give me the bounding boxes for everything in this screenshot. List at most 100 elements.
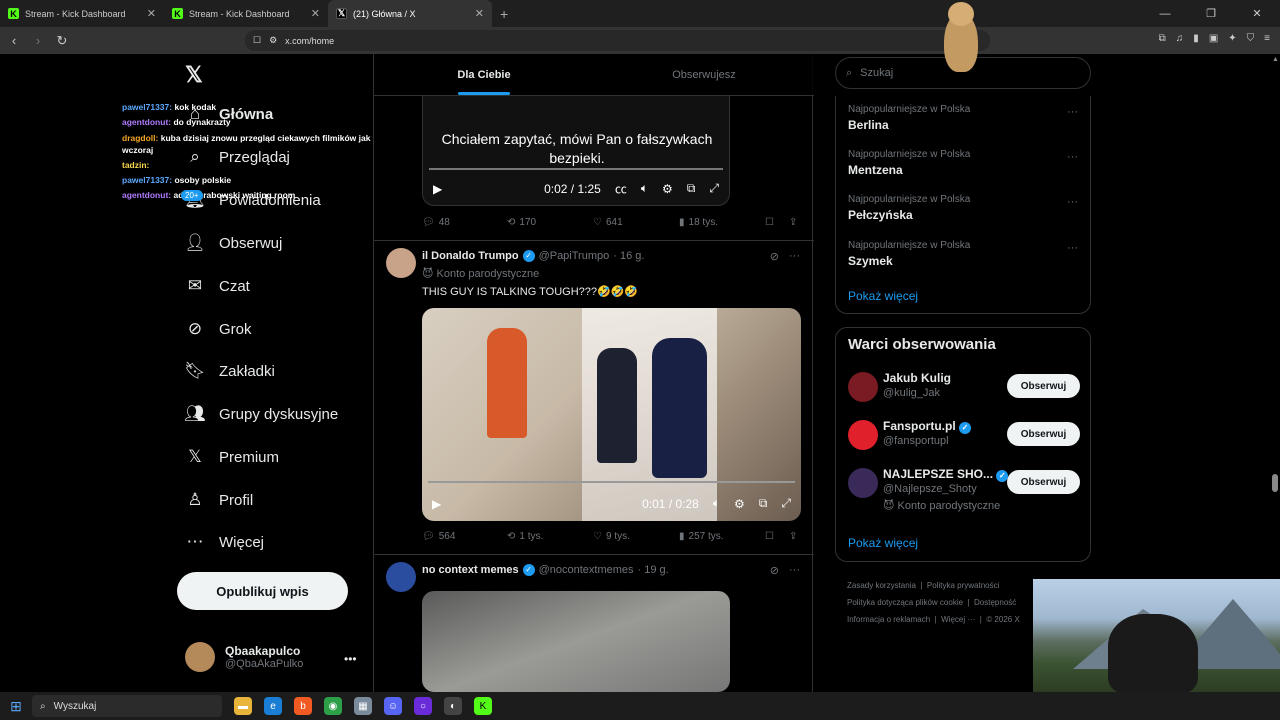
nav-grok[interactable]: ⊘ Grok (185, 319, 252, 339)
extensions-icon[interactable]: ⧉ (1159, 33, 1166, 44)
play-icon[interactable]: ▶ (433, 182, 442, 196)
footer-link[interactable]: Informacja o reklamach (847, 615, 930, 624)
suggested-account[interactable]: Jakub Kulig @kulig_Jak Obserwuj (848, 368, 1080, 408)
like-button[interactable]: ♡ 9 tys. (593, 531, 679, 542)
suggested-account[interactable]: NAJLEPSZE SHO... ✓ @Najlepsze_Shoty 😈︎ K… (848, 464, 1080, 519)
follow-button[interactable]: Obserwuj (1007, 470, 1080, 494)
trend-item[interactable]: Najpopularniejsze w Polska Berlina (848, 104, 970, 132)
kick-icon[interactable]: K (474, 697, 492, 715)
pip-icon[interactable]: ⧉ (687, 181, 696, 196)
trend-item[interactable]: Najpopularniejsze w Polska Mentzena (848, 149, 970, 177)
reload-icon[interactable]: ↻ (52, 33, 72, 49)
chrome-icon[interactable]: ◉ (324, 697, 342, 715)
grok-icon[interactable]: ⊘ (770, 564, 779, 577)
footer-link[interactable]: Więcej ··· (941, 615, 975, 624)
nav-more[interactable]: ⋯ Więcej (185, 532, 265, 552)
repost-button[interactable]: ⟲ 170 (507, 217, 593, 228)
captions-icon[interactable]: ㏄ (615, 180, 627, 197)
play-icon[interactable]: ▶ (432, 497, 441, 511)
author-handle[interactable]: @nocontextmemes (539, 564, 634, 576)
ai-icon[interactable]: ✦ (1228, 33, 1236, 44)
repost-button[interactable]: ⟲ 1 tys. (507, 531, 593, 542)
author-handle[interactable]: @PapiTrumpo (539, 250, 610, 262)
obs-icon[interactable]: ○ (414, 697, 432, 715)
video-progress-bar[interactable] (429, 168, 723, 170)
restore-icon[interactable]: ❐ (1188, 0, 1234, 27)
footer-link[interactable]: Zasady korzystania (847, 581, 916, 590)
reply-button[interactable]: 💬︎ 564 (422, 531, 507, 542)
video-progress-bar[interactable] (428, 481, 795, 483)
discord-icon[interactable]: ☺ (384, 697, 402, 715)
tab-following[interactable]: Obserwujesz (594, 54, 814, 95)
nav-communities[interactable]: 👥︎ Grupy dyskusyjne (184, 404, 338, 424)
edge-icon[interactable]: e (264, 697, 282, 715)
menu-icon[interactable]: ≡ (1264, 33, 1270, 44)
follow-button[interactable]: Obserwuj (1007, 374, 1080, 398)
more-icon[interactable]: ··· (1067, 106, 1078, 118)
media-icon[interactable]: ♫ (1176, 33, 1184, 44)
taskbar-search[interactable]: ⌕ Wyszukaj (32, 695, 222, 717)
author-name[interactable]: no context memes (422, 564, 519, 576)
trend-item[interactable]: Najpopularniejsze w Polska Pełczyńska (848, 194, 970, 222)
url-field[interactable]: ☐ ⚙ x.com/home (245, 30, 990, 51)
volume-icon[interactable]: 🔈︎ (641, 181, 648, 196)
author-name[interactable]: il Donaldo Trumpo (422, 250, 519, 262)
trend-item[interactable]: Najpopularniejsze w Polska Szymek (848, 240, 970, 268)
views-button[interactable]: ▮ 18 tys. (679, 217, 765, 228)
site-info-icon[interactable]: ⚙ (269, 35, 277, 46)
views-button[interactable]: ▮ 257 tys. (679, 531, 765, 542)
account-switcher[interactable]: Qbaakapulco @QbaAkaPulko (185, 642, 303, 672)
video-player[interactable]: Chciałem zapytać, mówi Pan o fałszywkach… (422, 96, 730, 206)
browser-tab-2[interactable]: K Stream - Kick Dashboard ✕ (164, 0, 328, 27)
post-media[interactable] (422, 591, 730, 692)
suggested-account[interactable]: Fansportu.pl ✓ @fansportupl Obserwuj (848, 416, 1080, 456)
volume-icon[interactable]: 🔈︎ (713, 496, 720, 511)
more-icon[interactable]: ··· (1067, 151, 1078, 163)
follow-button[interactable]: Obserwuj (1007, 422, 1080, 446)
x-logo-icon[interactable]: 𝕏 (185, 62, 203, 88)
footer-link[interactable]: Polityka prywatności (927, 581, 999, 590)
bookmark-icon[interactable]: ☐ (765, 531, 789, 542)
more-icon[interactable]: ··· (1067, 242, 1078, 254)
close-window-icon[interactable]: ✕ (1234, 0, 1280, 27)
back-icon[interactable]: ‹ (4, 33, 24, 48)
share-icon[interactable]: ⇪ (789, 531, 797, 542)
nav-follow[interactable]: 👤︎ Obserwuj (184, 233, 282, 253)
wallet-icon[interactable]: ▣ (1209, 33, 1218, 44)
brave-icon[interactable]: b (294, 697, 312, 715)
windows-start-icon[interactable]: ⊞ (0, 698, 32, 715)
app-icon[interactable]: ▦ (354, 697, 372, 715)
nav-profile[interactable]: ♙ Profil (185, 490, 253, 510)
forward-icon[interactable]: › (28, 33, 48, 48)
more-icon[interactable]: ··· (789, 564, 800, 577)
share-icon[interactable]: ⇪ (789, 217, 797, 228)
grok-icon[interactable]: ⊘ (770, 250, 779, 263)
bookmark-icon[interactable]: ☐ (253, 35, 261, 46)
post-button[interactable]: Opublikuj wpis (177, 572, 348, 610)
file-explorer-icon[interactable]: ▬ (234, 697, 252, 715)
minimize-icon[interactable]: — (1142, 0, 1188, 27)
fullscreen-icon[interactable]: ⤢ (709, 181, 719, 196)
browser-tab-1[interactable]: K Stream - Kick Dashboard ✕ (0, 0, 164, 27)
new-tab-icon[interactable]: + (500, 6, 508, 22)
bookmark-icon[interactable]: ☐ (765, 217, 789, 228)
nav-chat[interactable]: ✉ Czat (185, 276, 250, 296)
video-player[interactable]: ▶ 0:01 / 0:28 🔈︎ ⚙ ⧉ ⤢ (422, 308, 801, 521)
more-icon[interactable]: ··· (1067, 196, 1078, 208)
close-icon[interactable]: ✕ (311, 7, 320, 20)
sidebar-icon[interactable]: ▮ (1193, 33, 1199, 44)
settings-icon[interactable]: ⚙ (662, 182, 673, 196)
close-icon[interactable]: ✕ (147, 7, 156, 20)
nav-premium[interactable]: 𝕏 Premium (185, 447, 279, 467)
footer-link[interactable]: Polityka dotycząca plików cookie (847, 598, 963, 607)
settings-icon[interactable]: ⚙ (734, 497, 745, 511)
more-icon[interactable]: ··· (789, 250, 800, 263)
shield-icon[interactable]: ⛉ (1247, 33, 1255, 44)
browser-tab-3[interactable]: 𝕏 (21) Główna / X ✕ (328, 0, 492, 27)
reply-button[interactable]: 💬︎ 48 (422, 217, 507, 228)
footer-link[interactable]: Dostępność (974, 598, 1016, 607)
like-button[interactable]: ♡ 641 (593, 217, 679, 228)
close-icon[interactable]: ✕ (475, 7, 484, 20)
nav-bookmarks[interactable]: 🔖︎ Zakładki (184, 361, 275, 381)
tab-for-you[interactable]: Dla Ciebie (374, 54, 594, 95)
